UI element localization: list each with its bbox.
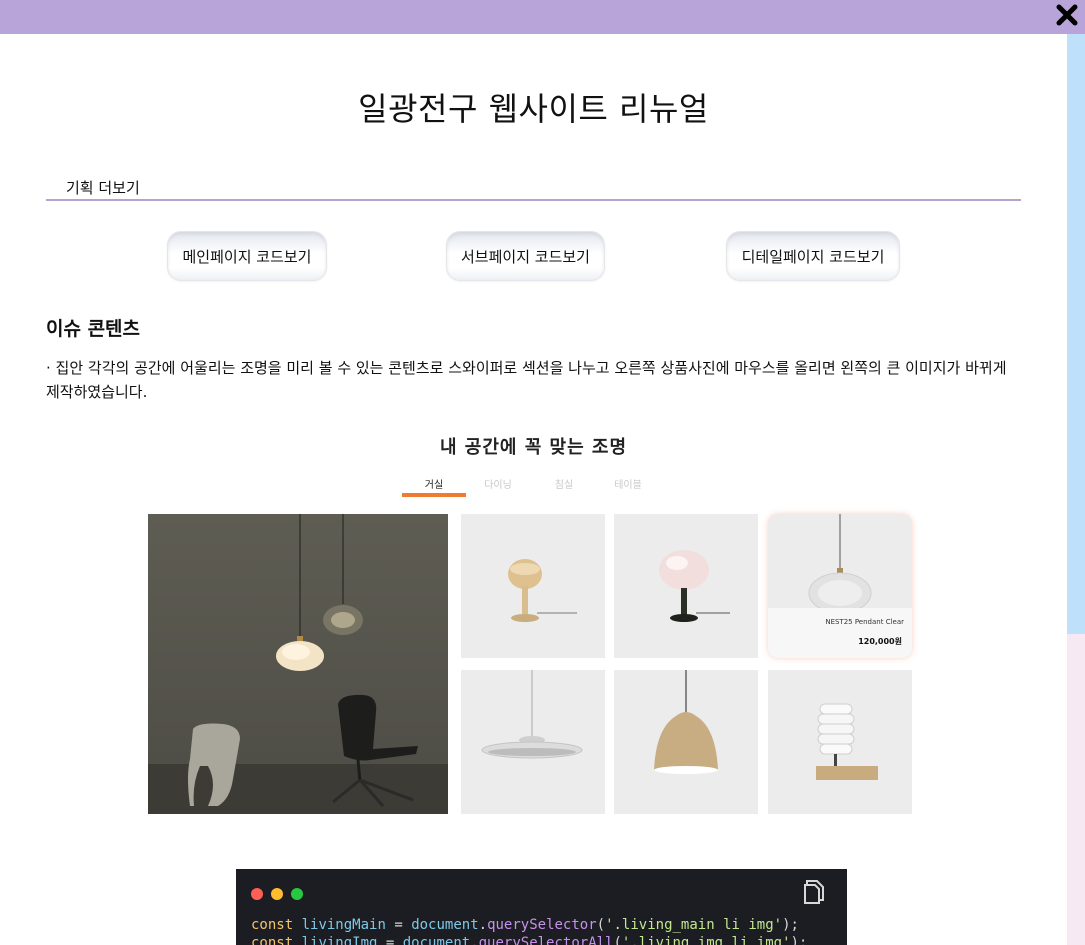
section-description: · 집안 각각의 공간에 어울리는 조명을 미리 볼 수 있는 콘텐츠로 스와이… [46, 359, 1007, 401]
code-line: const livingImg = document.querySelector… [251, 935, 808, 945]
product-info-overlay: NEST25 Pendant Clear 120,000원 [768, 608, 912, 658]
detail-page-code-button[interactable]: 디테일페이지 코드보기 [726, 231, 900, 281]
page-scroll-background [1067, 34, 1085, 945]
product-thumb-4[interactable] [461, 670, 605, 814]
code-snippet-box: const livingMain = document.querySelecto… [236, 869, 847, 945]
tab-table[interactable]: 테이블 [596, 476, 660, 491]
main-room-image [148, 514, 448, 814]
sub-page-code-button[interactable]: 서브페이지 코드보기 [446, 231, 605, 281]
product-thumb-3[interactable]: NEST25 Pendant Clear 120,000원 [768, 514, 912, 658]
window-dot-red [251, 888, 263, 900]
tab-living[interactable]: 거실 [402, 476, 466, 491]
product-thumb-1[interactable] [461, 514, 605, 658]
active-tab-indicator [402, 493, 466, 497]
main-page-code-button[interactable]: 메인페이지 코드보기 [167, 231, 327, 281]
section-title: 이슈 콘텐츠 [46, 318, 141, 340]
product-thumb-2[interactable] [614, 514, 758, 658]
plan-more-label: 기획 더보기 [66, 179, 140, 197]
code-line: const livingMain = document.querySelecto… [251, 917, 799, 933]
page-title: 일광전구 웹사이트 리뉴얼 [358, 90, 709, 128]
copy-icon[interactable] [802, 879, 826, 905]
window-dot-yellow [271, 888, 283, 900]
product-price: 120,000원 [858, 637, 902, 646]
product-thumb-5[interactable] [614, 670, 758, 814]
tab-dining[interactable]: 다이닝 [466, 476, 530, 491]
product-thumb-6[interactable] [768, 670, 912, 814]
tab-bedroom[interactable]: 침실 [532, 476, 596, 491]
stacked-shade-lamp-icon [816, 703, 878, 780]
modal-top-bar [0, 0, 1085, 34]
mushroom-table-lamp-icon [508, 559, 577, 622]
window-dot-green [291, 888, 303, 900]
plan-more-link[interactable]: 기획 더보기 [46, 177, 1021, 201]
product-name: NEST25 Pendant Clear [825, 618, 904, 626]
close-button[interactable] [1053, 1, 1081, 29]
pink-globe-table-lamp-icon [659, 550, 730, 622]
close-icon [1056, 4, 1078, 26]
embed-title: 내 공간에 꼭 맞는 조명 [439, 437, 628, 458]
wood-dome-pendant-icon [654, 670, 718, 774]
disc-pendant-icon [481, 670, 583, 759]
project-modal: 일광전구 웹사이트 리뉴얼 기획 더보기 메인페이지 코드보기 서브페이지 코드… [0, 34, 1067, 945]
